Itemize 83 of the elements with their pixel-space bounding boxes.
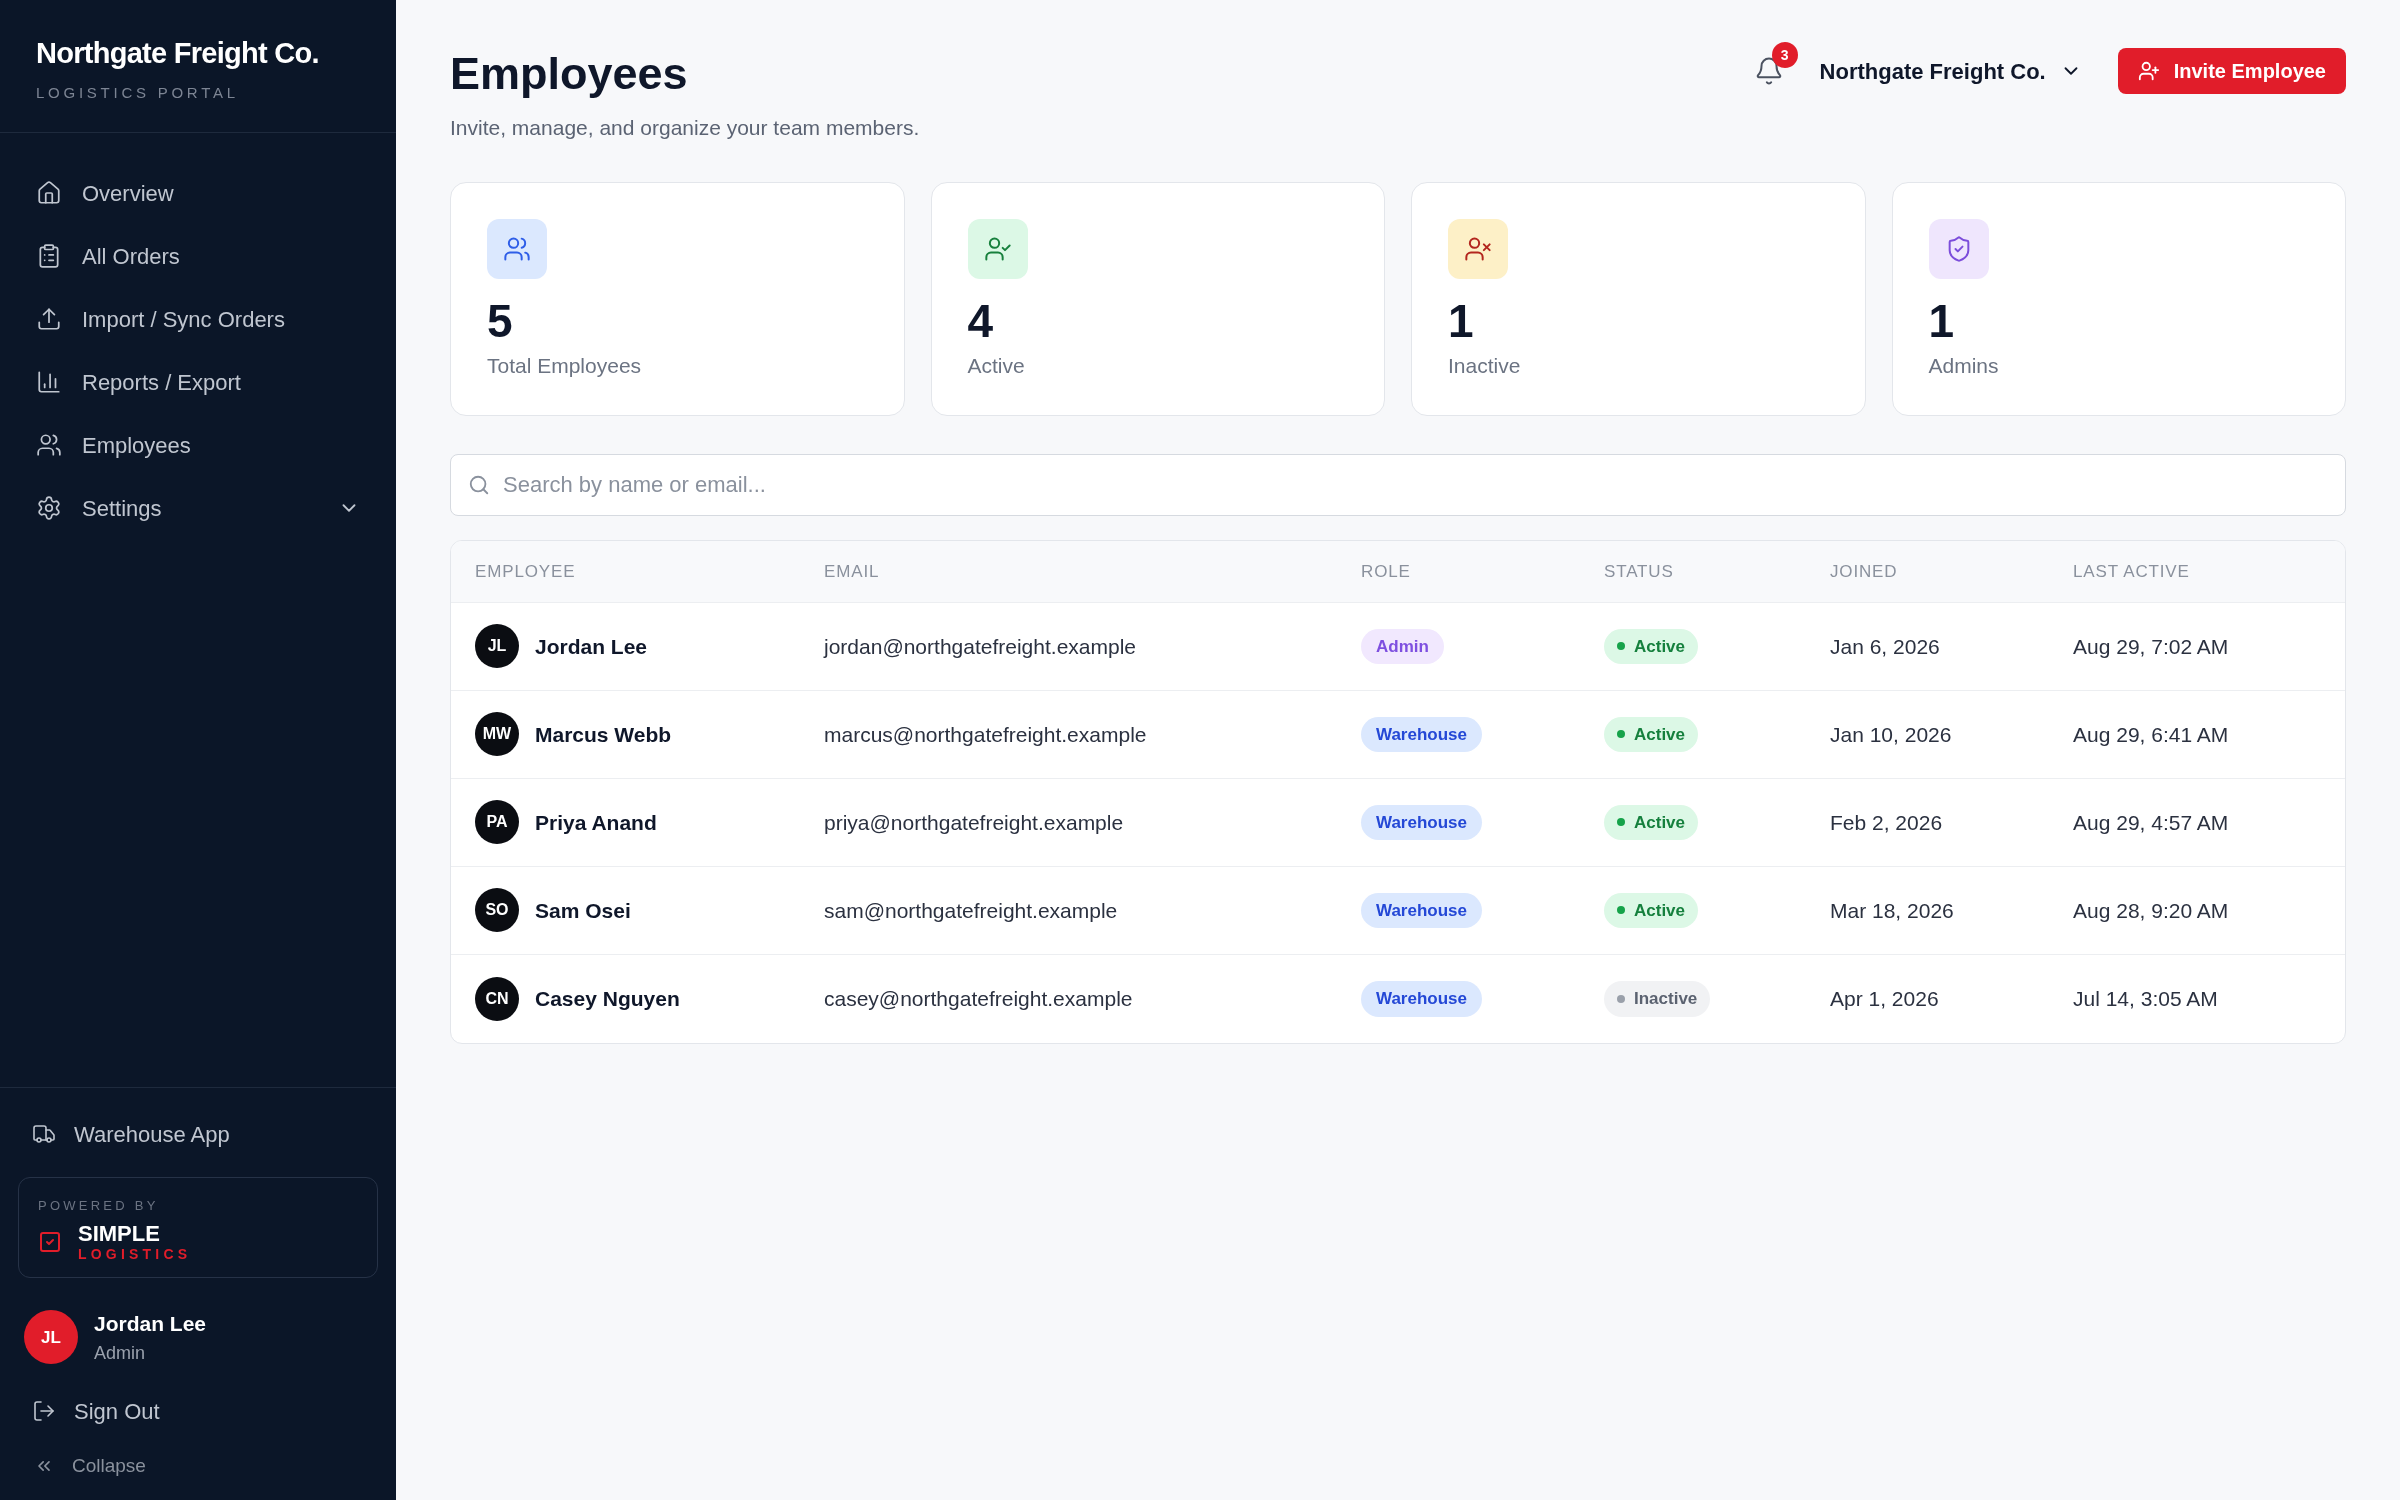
employee-avatar: CN	[475, 976, 519, 1021]
column-header: JOINED	[1830, 560, 1898, 583]
column-header: STATUS	[1604, 560, 1674, 583]
user-name: Jordan Lee	[94, 1311, 207, 1337]
last-active-cell-text: Aug 29, 4:57 AM	[2073, 809, 2229, 836]
logo-name: SIMPLE	[78, 1223, 161, 1245]
column-header: LAST ACTIVE	[2073, 560, 2190, 583]
sign-out-link[interactable]: Sign Out	[18, 1394, 378, 1428]
joined-cell-text: Apr 1, 2026	[1830, 986, 1939, 1012]
stat-label: Inactive	[1448, 353, 1522, 380]
employee-name: Jordan Lee	[535, 633, 648, 660]
employee-name: Sam Osei	[535, 897, 631, 924]
page-subtitle: Invite, manage, and organize your team members.	[450, 115, 920, 142]
stat-value: 5	[487, 293, 514, 349]
page-title: Employees	[450, 47, 689, 101]
brand-tagline: LOGISTICS PORTAL	[36, 82, 240, 103]
column-header: EMPLOYEE	[475, 560, 576, 583]
role-badge: Admin	[1361, 628, 1444, 664]
role-badge: Warehouse	[1361, 804, 1482, 840]
collapse-button[interactable]: Collapse	[18, 1451, 378, 1480]
email-cell-text: sam@northgatefreight.example	[824, 897, 1118, 924]
email-cell-text: priya@northgatefreight.example	[824, 809, 1124, 836]
search-icon	[468, 473, 490, 496]
stat-value: 1	[1448, 293, 1475, 349]
log-out-icon	[32, 1399, 56, 1423]
warehouse-app-link[interactable]: Warehouse App	[18, 1117, 378, 1151]
role-badge: Warehouse	[1361, 716, 1482, 752]
users-icon	[36, 432, 62, 458]
brand-name: Northgate Freight Co.	[36, 36, 320, 71]
user-avatar: JL	[24, 1310, 78, 1365]
nav-item[interactable]: All Orders	[24, 234, 372, 278]
house-icon	[36, 180, 62, 206]
joined-cell-text: Feb 2, 2026	[1830, 809, 1943, 836]
notification-badge: 3	[1771, 42, 1798, 68]
status-badge: Active	[1604, 716, 1699, 752]
nav-item[interactable]: Settings	[24, 486, 372, 530]
last-active-cell-text: Jul 14, 3:05 AM	[2073, 986, 2218, 1012]
employee-name: Marcus Webb	[535, 721, 672, 748]
invite-employee-button[interactable]: Invite Employee	[2117, 48, 2346, 94]
last-active-cell-text: Aug 28, 9:20 AM	[2073, 897, 2229, 924]
role-badge: Warehouse	[1361, 892, 1482, 928]
employee-name: Priya Anand	[535, 809, 657, 836]
nav-item[interactable]: Reports / Export	[24, 360, 372, 404]
search-field[interactable]: Search by name or email...	[450, 453, 2346, 516]
employee-avatar: PA	[475, 800, 519, 845]
status-badge: Active	[1604, 892, 1699, 928]
nav-item[interactable]: Employees	[24, 423, 372, 467]
stat-label: Total Employees	[487, 353, 643, 380]
status-badge: Inactive	[1604, 981, 1711, 1017]
bar-chart-icon	[36, 369, 62, 395]
last-active-cell-text: Aug 29, 6:41 AM	[2073, 721, 2229, 748]
employee-name: Casey Nguyen	[535, 986, 680, 1012]
stat-value: 1	[1928, 293, 1956, 349]
status-badge: Active	[1604, 628, 1699, 664]
settings-icon	[36, 495, 62, 521]
email-cell-text: jordan@northgatefreight.example	[824, 633, 1136, 660]
column-header: ROLE	[1361, 560, 1411, 583]
email-cell-text: casey@northgatefreight.example	[824, 986, 1133, 1012]
joined-cell-text: Mar 18, 2026	[1830, 897, 1954, 924]
last-active-cell-text: Aug 29, 7:02 AM	[2073, 633, 2229, 660]
nav-item[interactable]: Import / Sync Orders	[24, 297, 372, 341]
clipboard-icon	[36, 243, 62, 269]
employee-avatar: SO	[475, 888, 519, 933]
company-selector[interactable]: Northgate Freight Co.	[1819, 54, 2082, 88]
truck-icon	[32, 1122, 56, 1146]
column-header: EMAIL	[824, 560, 880, 583]
user-plus-icon	[2137, 60, 2160, 82]
logo-subname: LOGISTICS	[78, 1247, 192, 1261]
stat-label: Active	[967, 353, 1026, 380]
employee-avatar: JL	[475, 624, 519, 669]
status-badge: Active	[1604, 804, 1699, 840]
stat-label: Admins	[1928, 353, 2000, 380]
stat-value: 4	[967, 293, 995, 349]
employee-avatar: MW	[475, 712, 519, 757]
joined-cell-text: Jan 10, 2026	[1830, 721, 1952, 748]
powered-by-caption: POWERED BY	[38, 1196, 160, 1215]
joined-cell-text: Jan 6, 2026	[1830, 633, 1940, 660]
nav-item[interactable]: Overview	[24, 171, 372, 215]
email-cell-text: marcus@northgatefreight.example	[824, 721, 1147, 748]
user-role: Admin	[94, 1341, 147, 1365]
checkbox-logo-icon	[38, 1230, 62, 1254]
role-badge: Warehouse	[1361, 981, 1482, 1017]
upload-icon	[36, 306, 62, 332]
